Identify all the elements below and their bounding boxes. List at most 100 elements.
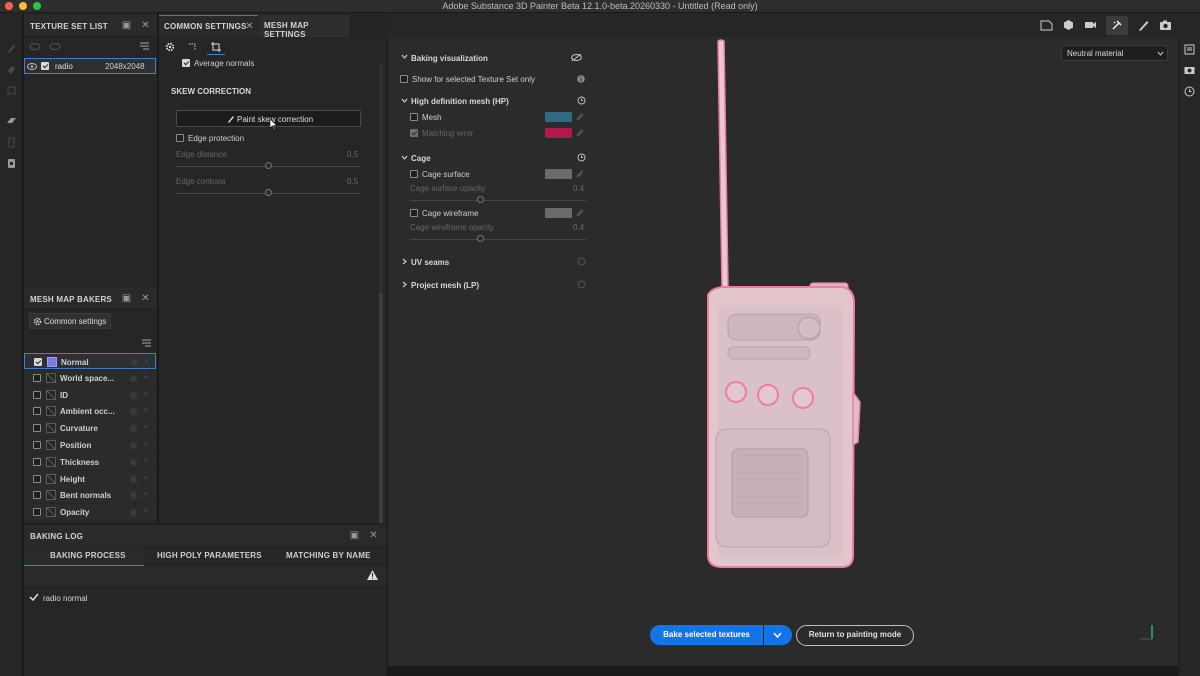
- paint-brush-icon[interactable]: [6, 43, 17, 54]
- screenshot-camera-icon[interactable]: [1159, 19, 1172, 31]
- matching-error-checkbox[interactable]: [410, 129, 418, 137]
- baker-chevron-icon[interactable]: ▾: [144, 373, 148, 381]
- history-icon[interactable]: [1184, 86, 1195, 97]
- baker-checkbox[interactable]: [34, 358, 42, 366]
- visibility-off-icon[interactable]: [571, 53, 582, 62]
- cage-wireframe-opacity-knob[interactable]: [477, 235, 485, 242]
- bake-selected-textures-button[interactable]: Bake selected textures: [650, 625, 763, 645]
- picker-icon[interactable]: [6, 158, 17, 169]
- baker-checkbox[interactable]: [33, 424, 41, 433]
- baker-row[interactable]: Position ▾: [24, 437, 156, 453]
- baker-chevron-icon[interactable]: ▾: [144, 440, 148, 448]
- skew-subtab[interactable]: [207, 39, 225, 55]
- eyedropper-icon[interactable]: [576, 208, 584, 216]
- float-panel-icon[interactable]: ▣: [121, 293, 132, 304]
- settings-scrollbar[interactable]: [379, 63, 383, 523]
- average-normals-checkbox[interactable]: [182, 59, 190, 67]
- baker-chevron-icon[interactable]: ▾: [144, 390, 148, 398]
- bake-mode-button[interactable]: [1106, 16, 1128, 35]
- baker-chevron-icon[interactable]: ▾: [144, 507, 148, 515]
- baker-row[interactable]: World space... ▾: [24, 369, 156, 386]
- cage-surface-opacity-slider[interactable]: [410, 200, 586, 201]
- gear-icon[interactable]: [165, 42, 175, 52]
- matching-error-color-swatch[interactable]: [545, 128, 572, 138]
- edge-protection-checkbox[interactable]: [176, 134, 184, 142]
- chevron-right-icon[interactable]: [402, 281, 408, 288]
- properties-icon[interactable]: [1184, 44, 1195, 55]
- baker-row[interactable]: Ambient occ... ▾: [24, 403, 156, 420]
- baker-checkbox[interactable]: [33, 407, 41, 416]
- reset-icon[interactable]: [577, 153, 586, 162]
- close-panel-icon[interactable]: ✕: [140, 20, 151, 31]
- project-mesh-title[interactable]: Project mesh (LP): [411, 281, 479, 290]
- list-options-icon[interactable]: [139, 42, 150, 51]
- eyedropper-icon[interactable]: [576, 128, 584, 136]
- reset-icon[interactable]: [577, 280, 586, 289]
- display-icon[interactable]: [1184, 65, 1195, 76]
- cage-wireframe-opacity-slider[interactable]: [410, 239, 586, 240]
- float-panel-icon[interactable]: ▣: [121, 20, 132, 31]
- cage-wireframe-color-swatch[interactable]: [545, 208, 572, 218]
- cube-icon[interactable]: [1062, 19, 1075, 31]
- baker-checkbox[interactable]: [33, 390, 41, 399]
- baker-checkbox[interactable]: [33, 491, 41, 500]
- eyedropper-icon[interactable]: [576, 169, 584, 177]
- reset-icon[interactable]: [577, 257, 586, 266]
- 3d-viewport[interactable]: Baking visualization Show for selected T…: [388, 37, 1178, 666]
- float-panel-icon[interactable]: ▣: [349, 530, 360, 541]
- chevron-down-icon[interactable]: [401, 54, 408, 60]
- tab-mesh-map-settings[interactable]: MESH MAP SETTINGS: [259, 15, 349, 39]
- baker-chevron-icon[interactable]: ▾: [145, 357, 149, 365]
- baking-visualization-title[interactable]: Baking visualization: [411, 54, 488, 63]
- edge-distance-knob[interactable]: [265, 162, 272, 169]
- baker-chevron-icon[interactable]: ▾: [144, 474, 148, 482]
- info-icon[interactable]: [577, 75, 585, 83]
- common-settings-button[interactable]: Common settings: [29, 313, 111, 329]
- hd-mesh-title[interactable]: High definition mesh (HP): [411, 97, 509, 106]
- baker-row[interactable]: Thickness ▾: [24, 453, 156, 470]
- tab-high-poly-parameters-label[interactable]: HIGH POLY PARAMETERS: [157, 551, 262, 560]
- chevron-down-icon[interactable]: [401, 155, 408, 161]
- baker-chevron-icon[interactable]: ▾: [144, 490, 148, 498]
- list-options-icon[interactable]: [141, 339, 152, 348]
- paint-mode-icon[interactable]: [1137, 19, 1150, 31]
- baker-checkbox[interactable]: [33, 474, 41, 483]
- chevron-down-icon[interactable]: [401, 98, 408, 104]
- bake-options-dropdown[interactable]: [764, 625, 792, 645]
- baker-row[interactable]: Curvature ▾: [24, 420, 156, 437]
- baker-checkbox[interactable]: [33, 441, 41, 449]
- projection-icon[interactable]: [6, 85, 17, 96]
- settings-scrollbar-thumb[interactable]: [379, 293, 383, 523]
- eraser-icon[interactable]: [6, 64, 17, 75]
- mesh-checkbox[interactable]: [410, 113, 418, 121]
- baker-checkbox[interactable]: [33, 508, 41, 517]
- baker-chevron-icon[interactable]: ▾: [144, 457, 148, 465]
- baker-row[interactable]: Opacity ▾: [24, 504, 156, 521]
- chevron-right-icon[interactable]: [402, 258, 408, 265]
- radio-3d-model[interactable]: [688, 37, 868, 577]
- baker-row[interactable]: Bent normals ▾: [24, 487, 156, 504]
- texture-set-row[interactable]: radio 2048x2048: [24, 58, 156, 74]
- eye-icon[interactable]: [27, 63, 37, 70]
- uv-seams-title[interactable]: UV seams: [411, 258, 449, 267]
- baker-row[interactable]: Normal ▾: [24, 353, 156, 369]
- baker-chevron-icon[interactable]: ▾: [144, 406, 148, 414]
- paint-skew-correction-button[interactable]: Paint skew correction: [176, 110, 361, 127]
- mesh-select-icon[interactable]: [187, 42, 197, 52]
- baker-checkbox[interactable]: [33, 373, 41, 382]
- baker-chevron-icon[interactable]: ▾: [144, 423, 148, 431]
- reset-icon[interactable]: [577, 96, 586, 105]
- visibility-icon[interactable]: [29, 42, 41, 51]
- camera-video-icon[interactable]: [1084, 19, 1097, 31]
- cage-surface-checkbox[interactable]: [410, 170, 418, 178]
- baker-row[interactable]: ID ▾: [24, 386, 156, 403]
- baker-row[interactable]: Height ▾: [24, 470, 156, 487]
- display-settings-icon[interactable]: [1040, 19, 1053, 31]
- eyedropper-icon[interactable]: [576, 112, 584, 120]
- close-panel-icon[interactable]: ✕: [140, 293, 151, 304]
- warning-icon[interactable]: [367, 570, 378, 580]
- cage-surface-opacity-knob[interactable]: [477, 196, 485, 203]
- close-tab-icon[interactable]: ✕: [244, 21, 255, 32]
- return-to-painting-mode-button[interactable]: Return to painting mode: [796, 625, 914, 646]
- material-select[interactable]: Neutral material: [1061, 45, 1168, 61]
